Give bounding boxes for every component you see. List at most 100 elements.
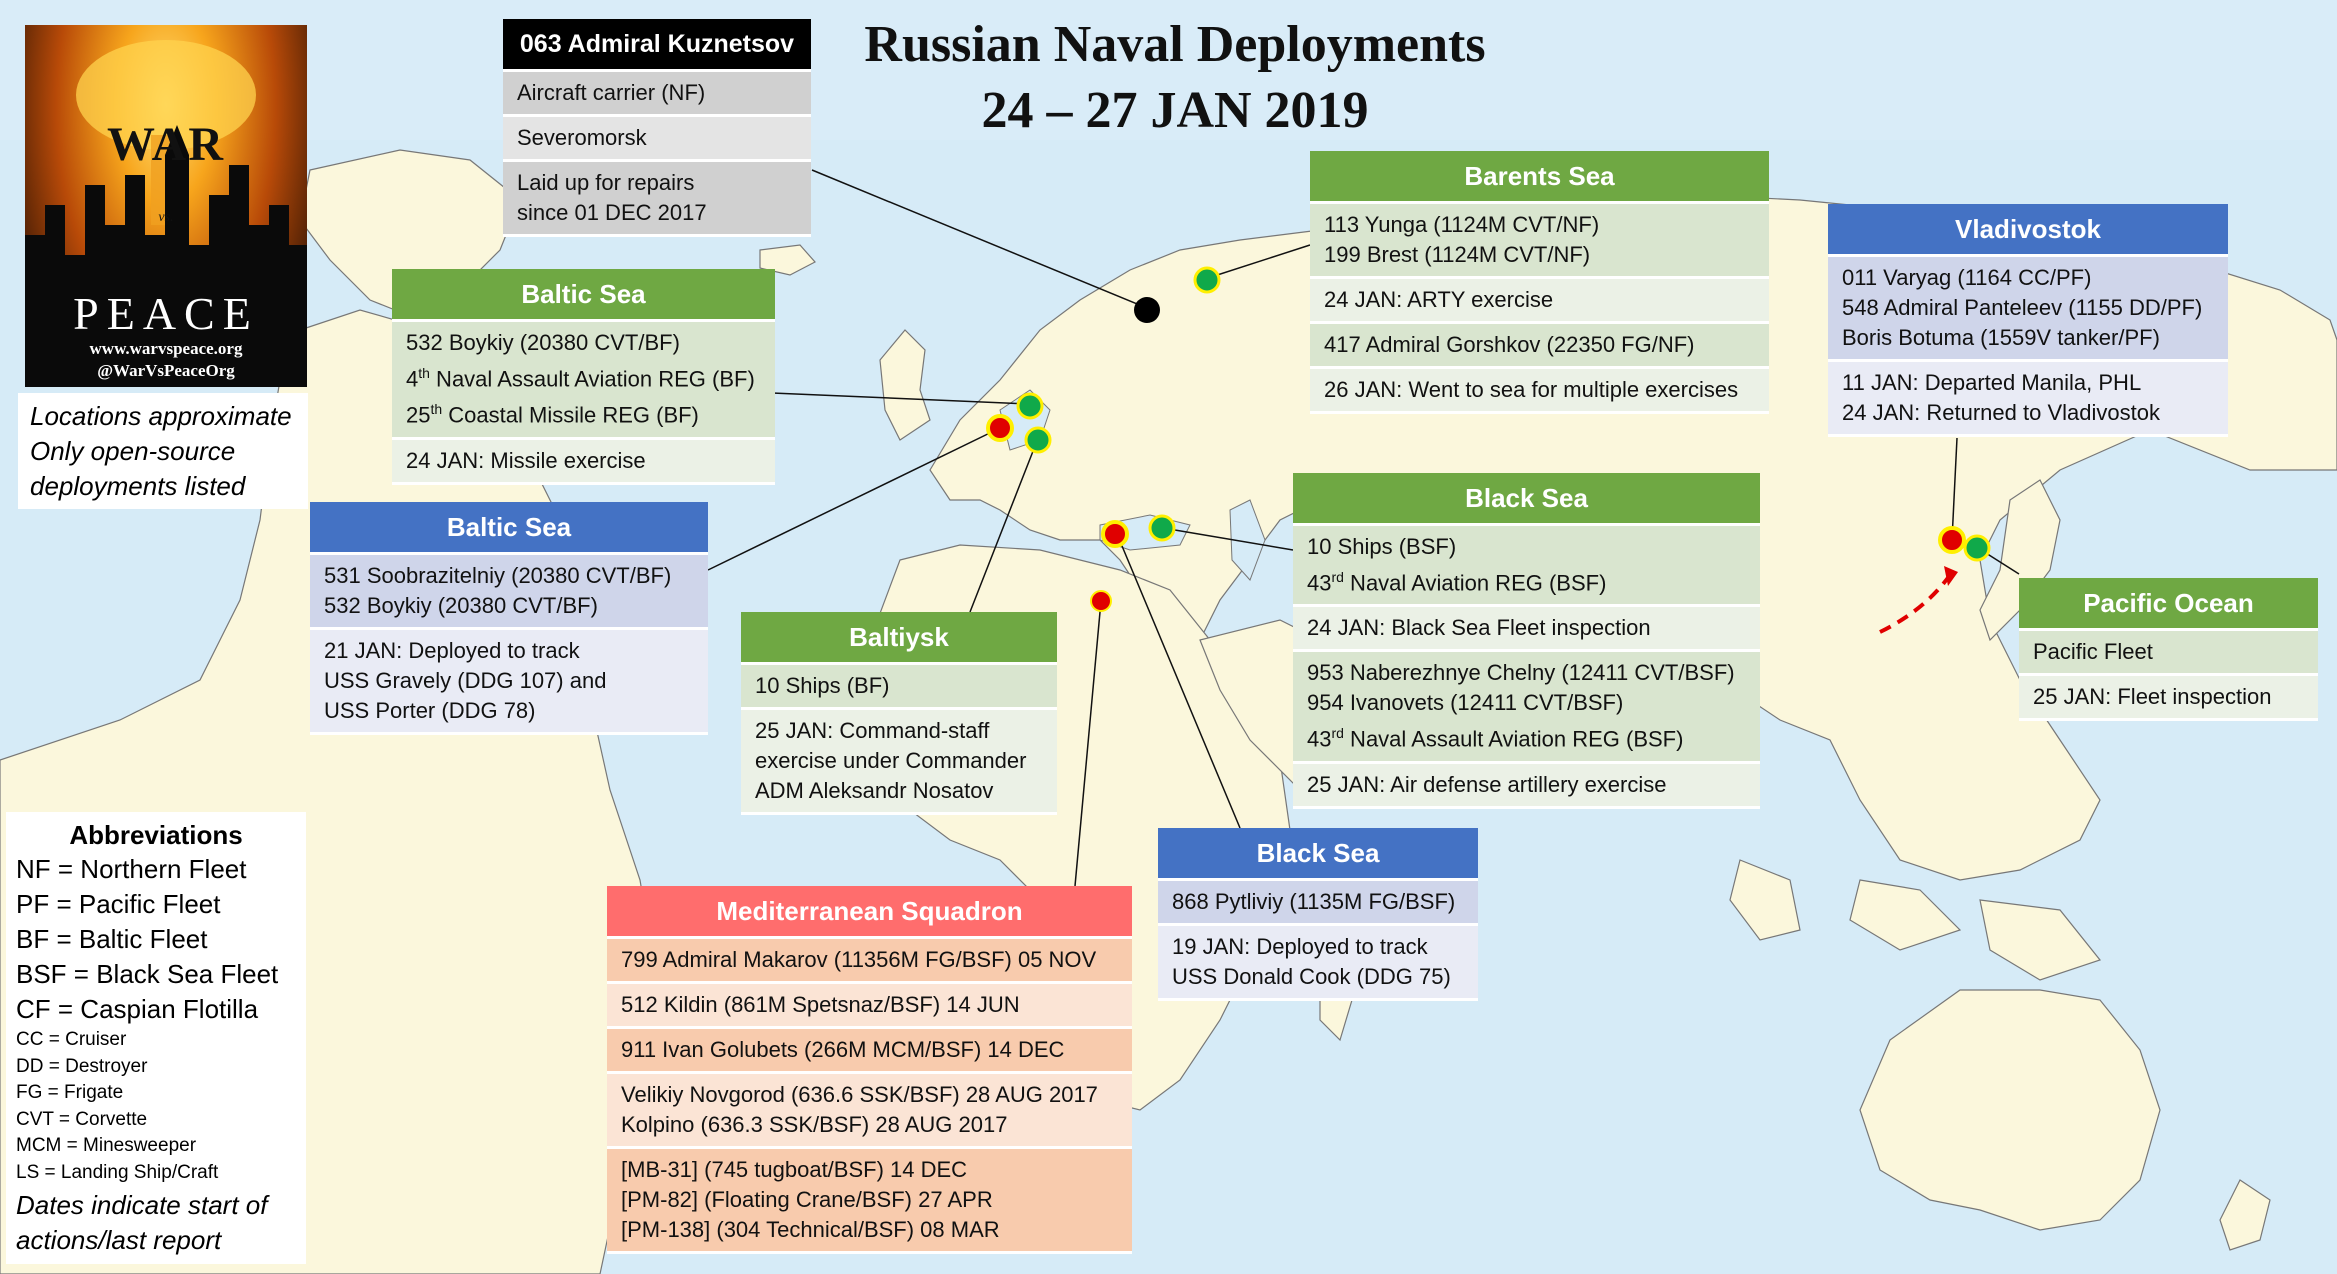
info-row: 25 JAN: Command-staff exercise under Comm… xyxy=(741,710,1057,815)
info-line: 25 JAN: Air defense artillery exercise xyxy=(1307,771,1667,797)
baltic-sea-green-box: Baltic Sea 532 Boykiy (20380 CVT/BF) 4th N… xyxy=(392,269,775,485)
info-line: Velikiy Novgorod (636.6 SSK/BSF) 28 AUG … xyxy=(621,1082,1098,1107)
info-line: Kolpino (636.3 SSK/BSF) 28 AUG 2017 xyxy=(621,1112,1008,1137)
abbreviations-header: Abbreviations xyxy=(69,820,243,850)
black-sea-marker xyxy=(1148,514,1176,542)
info-line: 868 Pytliviy (1135M FG/BSF) xyxy=(1172,889,1456,914)
abbreviations-major: NF = Northern Fleet PF = Pacific Fleet BF … xyxy=(16,852,296,1027)
info-line: 43rd Naval Assault Aviation REG (BSF) xyxy=(1307,725,1684,752)
abbreviations-panel: Abbreviations NF = Northern Fleet PF = Pa… xyxy=(6,812,306,1264)
info-row: 24 JAN: Black Sea Fleet inspection xyxy=(1293,607,1760,653)
info-line: 25th Coastal Missile REG (BF) xyxy=(406,401,699,428)
info-row: 417 Admiral Gorshkov (22350 FG/NF) xyxy=(1310,324,1769,369)
logo-handle: @WarVsPeaceOrg xyxy=(97,361,235,380)
abbreviations-minor: CC = Cruiser DD = Destroyer FG = Frigate CV… xyxy=(16,1027,296,1186)
info-line: 199 Brest (1124M CVT/NF) xyxy=(1324,242,1591,267)
info-line: 24 JAN: Returned to Vladivostok xyxy=(1842,400,2160,425)
info-line: 4th Naval Assault Aviation REG (BF) xyxy=(406,365,755,392)
vladivostok-header: Vladivostok xyxy=(1828,204,2228,257)
info-line: 24 JAN: Black Sea Fleet inspection xyxy=(1307,615,1651,641)
info-line: 532 Boykiy (20380 CVT/BF) xyxy=(324,593,598,618)
baltic-blue-header: Baltic Sea xyxy=(310,502,708,555)
info-line: USS Donald Cook (DDG 75) xyxy=(1172,964,1451,989)
info-line: 532 Boykiy (20380 CVT/BF) xyxy=(406,330,680,355)
map-infographic: Russian Naval Deployments 24 – 27 JAN 20… xyxy=(0,0,2337,1274)
title-line2: 24 – 27 JAN 2019 xyxy=(981,82,1369,139)
info-line: [PM-138] (304 Technical/BSF) 08 MAR xyxy=(621,1217,1000,1242)
abbreviation-item: CVT = Corvette xyxy=(16,1108,148,1130)
info-line: exercise under Commander xyxy=(755,748,1027,773)
info-row: 868 Pytliviy (1135M FG/BSF) xyxy=(1158,881,1478,926)
info-row: 799 Admiral Makarov (11356M FG/BSF) 05 N… xyxy=(607,939,1132,984)
abbreviation-item: NF = Northern Fleet xyxy=(16,854,247,884)
abbreviation-item: CC = Cruiser xyxy=(16,1029,127,1050)
mediterranean-box: Mediterranean Squadron 799 Admiral Makaro… xyxy=(607,886,1132,1254)
info-line: 531 Soobrazitelniy (20380 CVT/BF) xyxy=(324,563,672,588)
info-line: 799 Admiral Makarov (11356M FG/BSF) 05 N… xyxy=(621,947,1097,972)
info-line: 10 Ships (BSF) xyxy=(1307,534,1457,559)
footer-line1: Dates indicate start of xyxy=(16,1190,268,1220)
info-line: ADM Aleksandr Nosatov xyxy=(755,778,994,803)
info-row: 532 Boykiy (20380 CVT/BF) 4th Naval Assau… xyxy=(392,322,775,440)
info-row: 25 JAN: Fleet inspection xyxy=(2019,676,2318,721)
info-line: 25 JAN: Fleet inspection xyxy=(2033,684,2272,709)
info-line: 954 Ivanovets (12411 CVT/BSF) xyxy=(1307,690,1624,716)
info-line: 25 JAN: Command-staff xyxy=(755,718,990,743)
info-line: Pacific Fleet xyxy=(2033,639,2153,664)
info-row: 11 JAN: Departed Manila, PHL 24 JAN: Retu… xyxy=(1828,362,2228,437)
info-line: 24 JAN: Missile exercise xyxy=(406,447,646,473)
info-row: 26 JAN: Went to sea for multiple exercis… xyxy=(1310,369,1769,414)
barents-header: Barents Sea xyxy=(1310,151,1769,204)
info-line: 19 JAN: Deployed to track xyxy=(1172,934,1428,959)
info-row: [MB-31] (745 tugboat/BSF) 14 DEC [PM-82] … xyxy=(607,1149,1132,1254)
info-line: 21 JAN: Deployed to track xyxy=(324,638,580,663)
black-sea-green-box: Black Sea 10 Ships (BSF) 43rd Naval Aviati… xyxy=(1293,473,1760,809)
black-sea-red-marker xyxy=(1101,520,1129,548)
info-row: 512 Kildin (861M Spetsnaz/BSF) 14 JUN xyxy=(607,984,1132,1029)
info-row: 011 Varyag (1164 CC/PF) 548 Admiral Pante… xyxy=(1828,257,2228,362)
kuznetsov-box: 063 Admiral Kuznetsov Aircraft carrier (N… xyxy=(503,19,811,237)
info-line: since 01 DEC 2017 xyxy=(517,200,707,225)
info-line: 953 Naberezhnye Chelny (12411 CVT/BSF) xyxy=(1307,660,1735,686)
vladivostok-box: Vladivostok 011 Varyag (1164 CC/PF) 548 Ad… xyxy=(1828,204,2228,437)
info-line: Laid up for repairs xyxy=(517,170,695,195)
vladivostok-marker xyxy=(1938,526,1966,554)
abbreviation-item: FG = Frigate xyxy=(16,1082,124,1103)
abbreviation-item: DD = Destroyer xyxy=(16,1055,148,1077)
pacific-marker xyxy=(1963,534,1991,562)
pacific-header: Pacific Ocean xyxy=(2019,578,2318,631)
med-header: Mediterranean Squadron xyxy=(607,886,1132,939)
black-blue-header: Black Sea xyxy=(1158,828,1478,881)
info-line: 10 Ships (BF) xyxy=(755,673,890,698)
info-line: 011 Varyag (1164 CC/PF) xyxy=(1842,265,2092,290)
note-line2: Only open-source xyxy=(30,436,236,466)
info-row: 113 Yunga (1124M CVT/NF) 199 Brest (1124M… xyxy=(1310,204,1769,279)
info-line: 417 Admiral Gorshkov (22350 FG/NF) xyxy=(1324,332,1695,357)
page-title: Russian Naval Deployments 24 – 27 JAN 20… xyxy=(700,12,1650,144)
info-row: 21 JAN: Deployed to track USS Gravely (DD… xyxy=(310,630,708,735)
info-row: 19 JAN: Deployed to track USS Donald Cook… xyxy=(1158,926,1478,1001)
black-green-header: Black Sea xyxy=(1293,473,1760,526)
note-line1: Locations approximate xyxy=(30,401,292,431)
info-line: Boris Botuma (1559V tanker/PF) xyxy=(1842,325,2160,350)
logo-site: www.warvspeace.org xyxy=(89,339,243,358)
baltic-red-marker xyxy=(986,414,1014,442)
baltic-marker xyxy=(1016,392,1044,420)
baltic-green-header: Baltic Sea xyxy=(392,269,775,322)
logo-vs: vs. xyxy=(158,210,174,225)
info-line: 911 Ivan Golubets (266M MCM/BSF) 14 DEC xyxy=(621,1037,1065,1062)
baltic-sea-blue-box: Baltic Sea 531 Soobrazitelniy (20380 CVT/… xyxy=(310,502,708,735)
barents-sea-box: Barents Sea 113 Yunga (1124M CVT/NF) 199 B… xyxy=(1310,151,1769,414)
black-sea-blue-box: Black Sea 868 Pytliviy (1135M FG/BSF) 19 J… xyxy=(1158,828,1478,1001)
logo-peace: PEACE xyxy=(73,288,259,339)
info-line: 26 JAN: Went to sea for multiple exercis… xyxy=(1324,377,1739,402)
info-line: 548 Admiral Panteleev (1155 DD/PF) xyxy=(1842,295,2203,320)
title-line1: Russian Naval Deployments xyxy=(864,16,1486,73)
info-line: [PM-82] (Floating Crane/BSF) 27 APR xyxy=(621,1187,993,1212)
info-row: 24 JAN: Missile exercise xyxy=(392,439,775,485)
pacific-ocean-box: Pacific Ocean Pacific Fleet 25 JAN: Fleet … xyxy=(2019,578,2318,721)
abbreviation-item: CF = Caspian Flotilla xyxy=(16,994,259,1024)
abbreviation-item: MCM = Minesweeper xyxy=(16,1135,197,1156)
kuznetsov-header: 063 Admiral Kuznetsov xyxy=(503,19,811,72)
note-line3: deployments listed xyxy=(30,471,246,501)
